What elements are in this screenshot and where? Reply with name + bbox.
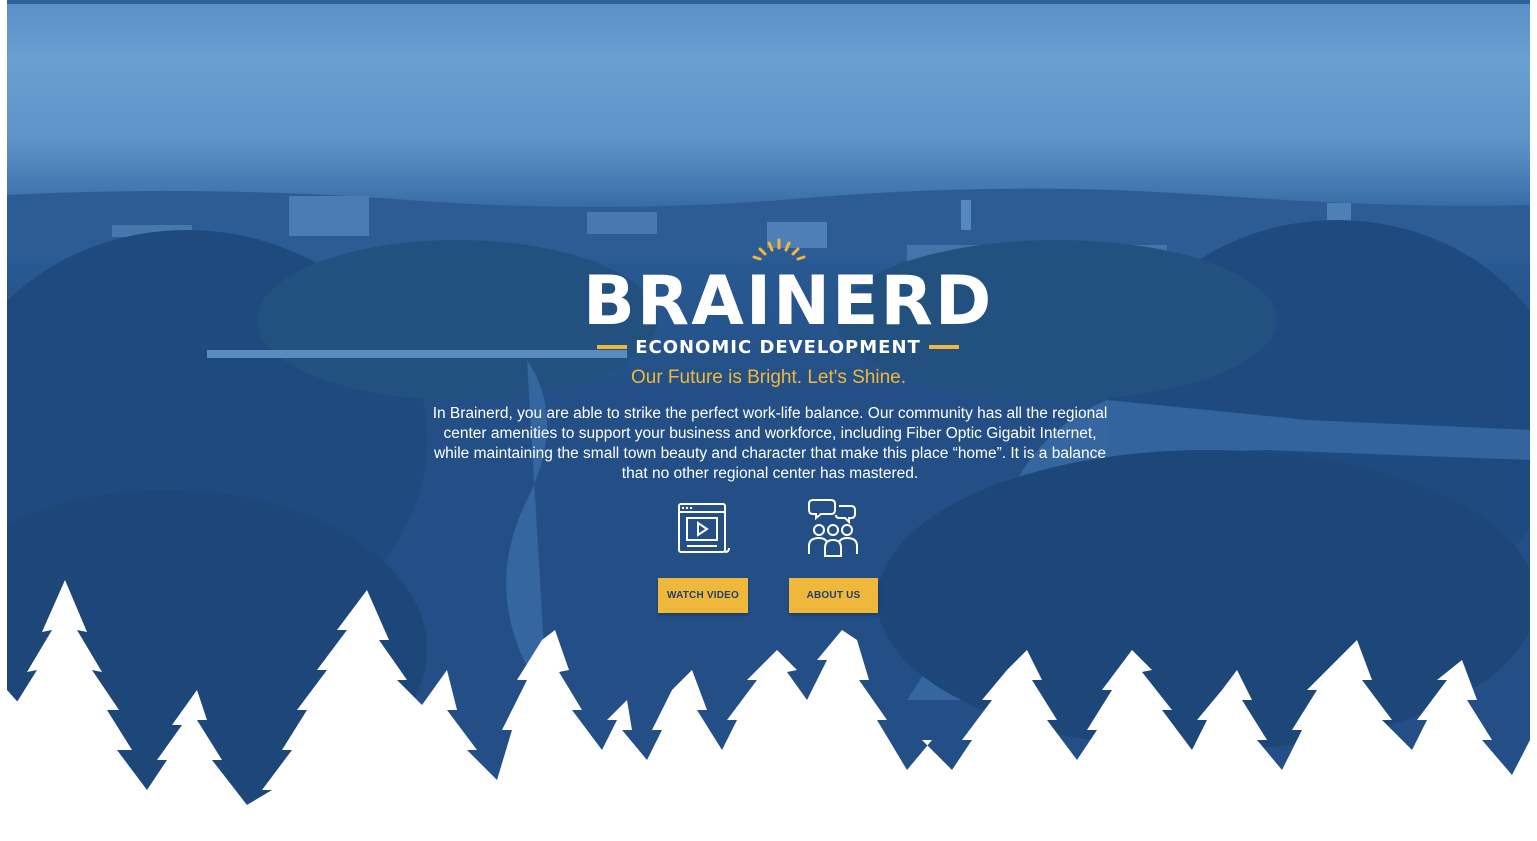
hero-section: BRAINERD ECONOMIC DEVELOPMENT Our Future… xyxy=(7,0,1530,841)
community-group-icon[interactable] xyxy=(801,498,865,560)
subtitle-dash-left xyxy=(597,345,628,349)
hero-description: In Brainerd, you are able to strike the … xyxy=(432,405,1108,482)
brand-name: BRAINERD xyxy=(583,262,994,341)
subtitle-dash-right xyxy=(928,345,959,349)
pine-trees-silhouette xyxy=(7,580,1530,841)
video-player-icon[interactable] xyxy=(675,500,733,558)
brand-subtitle: ECONOMIC DEVELOPMENT xyxy=(635,336,921,358)
brand-subtitle-row: ECONOMIC DEVELOPMENT xyxy=(583,336,973,358)
tagline: Our Future is Bright. Let's Shine. xyxy=(630,367,907,388)
brainerd-logo: BRAINERD ECONOMIC DEVELOPMENT xyxy=(583,238,994,358)
